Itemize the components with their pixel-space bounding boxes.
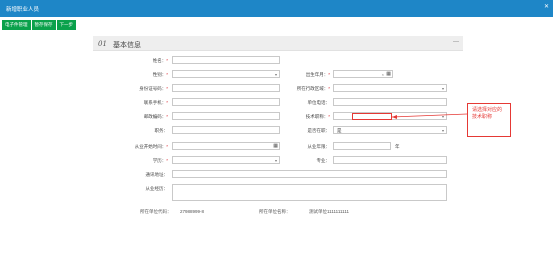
callout-note: 请选择对应的技术职称 (467, 103, 511, 137)
